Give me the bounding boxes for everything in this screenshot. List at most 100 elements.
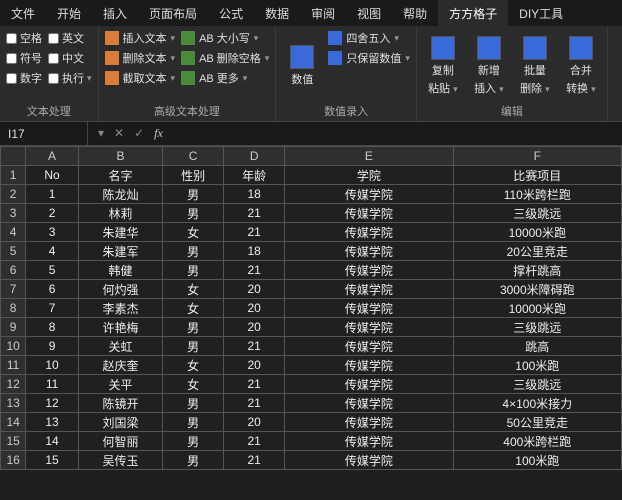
cell[interactable]: 撑杆跳高: [453, 261, 621, 280]
cell[interactable]: 3: [26, 223, 79, 242]
cell[interactable]: 9: [26, 337, 79, 356]
col-header-F[interactable]: F: [453, 147, 621, 166]
cell[interactable]: 男: [163, 413, 224, 432]
cell[interactable]: 朱建华: [78, 223, 162, 242]
cell[interactable]: 赵庆奎: [78, 356, 162, 375]
cell[interactable]: 4×100米接力: [453, 394, 621, 413]
cell[interactable]: 女: [163, 375, 224, 394]
col-header-C[interactable]: C: [163, 147, 224, 166]
cancel-icon[interactable]: ✕: [114, 126, 124, 141]
check-0[interactable]: 空格: [6, 30, 42, 46]
row-header-13[interactable]: 13: [1, 394, 26, 413]
tab-6[interactable]: 审阅: [300, 0, 346, 26]
cell[interactable]: 传媒学院: [285, 185, 453, 204]
cell[interactable]: 吴传玉: [78, 451, 162, 470]
cell[interactable]: 10000米跑: [453, 299, 621, 318]
dentry-0[interactable]: 四舍五入▾: [328, 30, 410, 46]
cell[interactable]: 传媒学院: [285, 204, 453, 223]
cell[interactable]: 100米跑: [453, 356, 621, 375]
row-header-12[interactable]: 12: [1, 375, 26, 394]
cell[interactable]: 100米跑: [453, 451, 621, 470]
cell[interactable]: 18: [224, 242, 285, 261]
row-header-10[interactable]: 10: [1, 337, 26, 356]
adv1-1[interactable]: 删除文本▾: [105, 50, 176, 66]
cell[interactable]: 传媒学院: [285, 337, 453, 356]
edit-btn-2[interactable]: 批量删除 ▾: [515, 30, 555, 101]
cell[interactable]: 20: [224, 318, 285, 337]
cell[interactable]: 7: [26, 299, 79, 318]
cell[interactable]: 男: [163, 337, 224, 356]
row-header-8[interactable]: 8: [1, 299, 26, 318]
cell[interactable]: 朱建军: [78, 242, 162, 261]
col-header-A[interactable]: A: [26, 147, 79, 166]
adv2-2[interactable]: AB 更多▾: [181, 70, 269, 86]
row-header-15[interactable]: 15: [1, 432, 26, 451]
cell[interactable]: 女: [163, 356, 224, 375]
row-header-9[interactable]: 9: [1, 318, 26, 337]
cell[interactable]: 男: [163, 432, 224, 451]
edit-btn-3[interactable]: 合并转换 ▾: [561, 30, 601, 101]
cell[interactable]: 比赛项目: [453, 166, 621, 185]
cell[interactable]: 18: [224, 185, 285, 204]
cell[interactable]: 三级跳远: [453, 318, 621, 337]
check-1[interactable]: 英文: [48, 30, 92, 46]
edit-btn-0[interactable]: 复制粘贴 ▾: [423, 30, 463, 101]
row-header-5[interactable]: 5: [1, 242, 26, 261]
edit-btn-1[interactable]: 新增插入 ▾: [469, 30, 509, 101]
tab-7[interactable]: 视图: [346, 0, 392, 26]
cell[interactable]: 14: [26, 432, 79, 451]
cell[interactable]: 12: [26, 394, 79, 413]
cell[interactable]: 传媒学院: [285, 413, 453, 432]
cell[interactable]: 何灼强: [78, 280, 162, 299]
adv1-0[interactable]: 插入文本▾: [105, 30, 176, 46]
cell[interactable]: 传媒学院: [285, 375, 453, 394]
cell[interactable]: 10: [26, 356, 79, 375]
tab-10[interactable]: DIY工具: [508, 0, 574, 26]
cell[interactable]: 何智丽: [78, 432, 162, 451]
cell[interactable]: 13: [26, 413, 79, 432]
check-4[interactable]: 数字: [6, 70, 42, 86]
cell[interactable]: 11: [26, 375, 79, 394]
cell[interactable]: 韩健: [78, 261, 162, 280]
cell[interactable]: 关平: [78, 375, 162, 394]
cell[interactable]: 1: [26, 185, 79, 204]
select-all[interactable]: [1, 147, 26, 166]
cell[interactable]: 女: [163, 223, 224, 242]
cell[interactable]: 4: [26, 242, 79, 261]
cell[interactable]: 21: [224, 337, 285, 356]
fx-icon[interactable]: fx: [154, 126, 163, 141]
cell[interactable]: 6: [26, 280, 79, 299]
adv2-1[interactable]: AB 删除空格▾: [181, 50, 269, 66]
cell[interactable]: 21: [224, 261, 285, 280]
cell[interactable]: 李素杰: [78, 299, 162, 318]
row-header-14[interactable]: 14: [1, 413, 26, 432]
cell[interactable]: 传媒学院: [285, 261, 453, 280]
cell[interactable]: 男: [163, 318, 224, 337]
cell[interactable]: 20: [224, 356, 285, 375]
cell[interactable]: 10000米跑: [453, 223, 621, 242]
check-5[interactable]: 执行▾: [48, 70, 92, 86]
cell[interactable]: 男: [163, 451, 224, 470]
cell[interactable]: 5: [26, 261, 79, 280]
col-header-D[interactable]: D: [224, 147, 285, 166]
adv1-2[interactable]: 截取文本▾: [105, 70, 176, 86]
adv2-0[interactable]: AB 大小写▾: [181, 30, 269, 46]
cell[interactable]: 学院: [285, 166, 453, 185]
cell[interactable]: 传媒学院: [285, 394, 453, 413]
cell[interactable]: No: [26, 166, 79, 185]
tab-1[interactable]: 开始: [46, 0, 92, 26]
cell[interactable]: 男: [163, 185, 224, 204]
cell[interactable]: 传媒学院: [285, 451, 453, 470]
cell[interactable]: 陈镜开: [78, 394, 162, 413]
cell[interactable]: 21: [224, 394, 285, 413]
row-header-3[interactable]: 3: [1, 204, 26, 223]
check-2[interactable]: 符号: [6, 50, 42, 66]
name-box[interactable]: I17: [0, 122, 88, 145]
cell[interactable]: 21: [224, 375, 285, 394]
tab-4[interactable]: 公式: [208, 0, 254, 26]
tab-8[interactable]: 帮助: [392, 0, 438, 26]
cell[interactable]: 关虹: [78, 337, 162, 356]
tab-5[interactable]: 数据: [254, 0, 300, 26]
cell[interactable]: 年龄: [224, 166, 285, 185]
cell[interactable]: 8: [26, 318, 79, 337]
